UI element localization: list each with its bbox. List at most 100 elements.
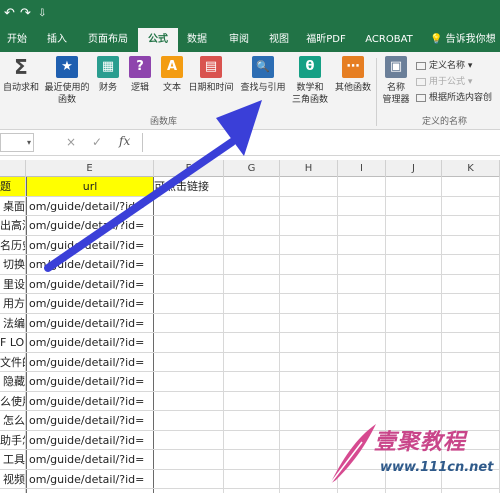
cell[interactable] — [338, 391, 386, 410]
date-time-button[interactable]: ▤ 日期和时间 — [186, 56, 236, 112]
cell[interactable] — [442, 235, 500, 254]
cell[interactable] — [386, 274, 442, 293]
cell[interactable] — [442, 352, 500, 371]
cell[interactable] — [154, 489, 224, 493]
url-cell[interactable]: om/guide/detail/?id= — [26, 372, 154, 391]
title-cell[interactable]: 视频 — [0, 469, 26, 488]
undo-icon[interactable]: ↶ — [4, 6, 15, 21]
define-name-button[interactable]: 定义名称 ▾ — [416, 58, 472, 71]
cell[interactable] — [224, 469, 280, 488]
cell[interactable] — [154, 352, 224, 371]
cell[interactable] — [442, 216, 500, 235]
cell[interactable] — [224, 294, 280, 313]
cell[interactable] — [154, 294, 224, 313]
title-cell[interactable]: 助手怎 — [0, 430, 26, 449]
url-cell[interactable]: om/guide/detail/?id= — [26, 430, 154, 449]
cell[interactable] — [224, 235, 280, 254]
url-cell[interactable]: om/guide/detail/?id= — [26, 294, 154, 313]
cell[interactable] — [154, 196, 224, 215]
redo-icon[interactable]: ↷ — [20, 6, 31, 21]
cell[interactable] — [224, 333, 280, 352]
cell[interactable] — [338, 372, 386, 391]
cell[interactable] — [224, 177, 280, 196]
enter-icon[interactable]: ✓ — [92, 135, 102, 149]
cell[interactable] — [224, 352, 280, 371]
cell[interactable] — [338, 255, 386, 274]
column-header-e[interactable]: E — [26, 160, 154, 177]
cell[interactable] — [338, 274, 386, 293]
header-cell-link[interactable]: 可点击链接 — [154, 177, 224, 196]
cell[interactable] — [224, 216, 280, 235]
use-in-formula-button[interactable]: 用于公式 ▾ — [416, 74, 472, 87]
cell[interactable] — [386, 352, 442, 371]
url-cell[interactable]: om/guide/detail/?id= — [26, 255, 154, 274]
more-functions-button[interactable]: ⋯ 其他函数 — [332, 56, 374, 112]
title-cell[interactable]: 怎么 — [0, 411, 26, 430]
cell[interactable] — [280, 372, 338, 391]
formula-input[interactable] — [142, 133, 500, 152]
text-button[interactable]: A 文本 — [158, 56, 186, 112]
cell[interactable] — [224, 489, 280, 493]
insert-function-icon[interactable]: fx — [119, 134, 130, 148]
title-cell[interactable]: 切换 — [0, 255, 26, 274]
cell[interactable] — [224, 196, 280, 215]
cell[interactable] — [280, 294, 338, 313]
cell[interactable] — [386, 391, 442, 410]
recently-used-button[interactable]: ★ 最近使用的 函数 — [42, 56, 92, 112]
logical-button[interactable]: ? 逻辑 — [126, 56, 154, 112]
title-cell[interactable]: 工具 — [0, 450, 26, 469]
tab-view[interactable]: 视图 — [266, 28, 292, 52]
cell[interactable] — [280, 177, 338, 196]
cell[interactable] — [224, 450, 280, 469]
url-cell[interactable]: om/guide/detail/?id= — [26, 352, 154, 371]
title-cell[interactable]: 桌面 — [0, 196, 26, 215]
cell[interactable] — [280, 274, 338, 293]
chevron-down-icon[interactable]: ▾ — [27, 138, 31, 147]
cell[interactable] — [338, 294, 386, 313]
header-cell-title[interactable]: 题 — [0, 177, 26, 196]
title-cell[interactable]: 名历史 — [0, 235, 26, 254]
cell[interactable] — [442, 313, 500, 332]
title-cell[interactable]: 文件的 — [0, 352, 26, 371]
tab-foxit-pdf[interactable]: 福昕PDF — [304, 28, 348, 52]
cell[interactable] — [154, 372, 224, 391]
title-cell[interactable]: 里设 — [0, 274, 26, 293]
cell[interactable] — [154, 313, 224, 332]
header-cell-url[interactable]: url — [26, 177, 154, 196]
cell[interactable] — [442, 294, 500, 313]
url-cell[interactable]: om/guide/detail/?id= — [26, 391, 154, 410]
url-cell[interactable]: om/guide/detail/?id= — [26, 196, 154, 215]
cell[interactable] — [386, 294, 442, 313]
url-cell[interactable]: om/guide/detail/?id= — [26, 216, 154, 235]
column-header-k[interactable]: K — [442, 160, 500, 177]
url-cell[interactable]: om/guide/detail/?id= — [26, 235, 154, 254]
cell[interactable] — [338, 177, 386, 196]
url-cell[interactable]: om/guide/detail/?id= — [26, 469, 154, 488]
cell[interactable] — [442, 177, 500, 196]
customize-quick-access-icon[interactable]: ⇩ — [38, 8, 46, 19]
cell[interactable] — [386, 313, 442, 332]
column-header-d[interactable] — [0, 160, 26, 177]
title-cell[interactable]: 么使用 — [0, 391, 26, 410]
cell[interactable] — [386, 255, 442, 274]
column-header-h[interactable]: H — [280, 160, 338, 177]
cell[interactable] — [386, 196, 442, 215]
cell[interactable] — [224, 411, 280, 430]
title-cell[interactable]: 法编 — [0, 313, 26, 332]
title-cell[interactable]: 出高清 — [0, 216, 26, 235]
financial-button[interactable]: ▦ 财务 — [94, 56, 122, 112]
cell[interactable] — [280, 352, 338, 371]
cell[interactable] — [386, 177, 442, 196]
cell[interactable] — [154, 430, 224, 449]
url-cell[interactable]: om/guide/detail/?id= — [26, 333, 154, 352]
column-header-f[interactable]: F — [154, 160, 224, 177]
cell[interactable] — [154, 235, 224, 254]
title-cell[interactable] — [0, 489, 26, 493]
tab-insert[interactable]: 插入 — [44, 28, 70, 52]
column-header-i[interactable]: I — [338, 160, 386, 177]
title-cell[interactable]: 用方 — [0, 294, 26, 313]
tab-home[interactable]: 开始 — [4, 28, 30, 52]
title-cell[interactable]: F LOL — [0, 333, 26, 352]
cell[interactable] — [338, 352, 386, 371]
cell[interactable] — [280, 255, 338, 274]
